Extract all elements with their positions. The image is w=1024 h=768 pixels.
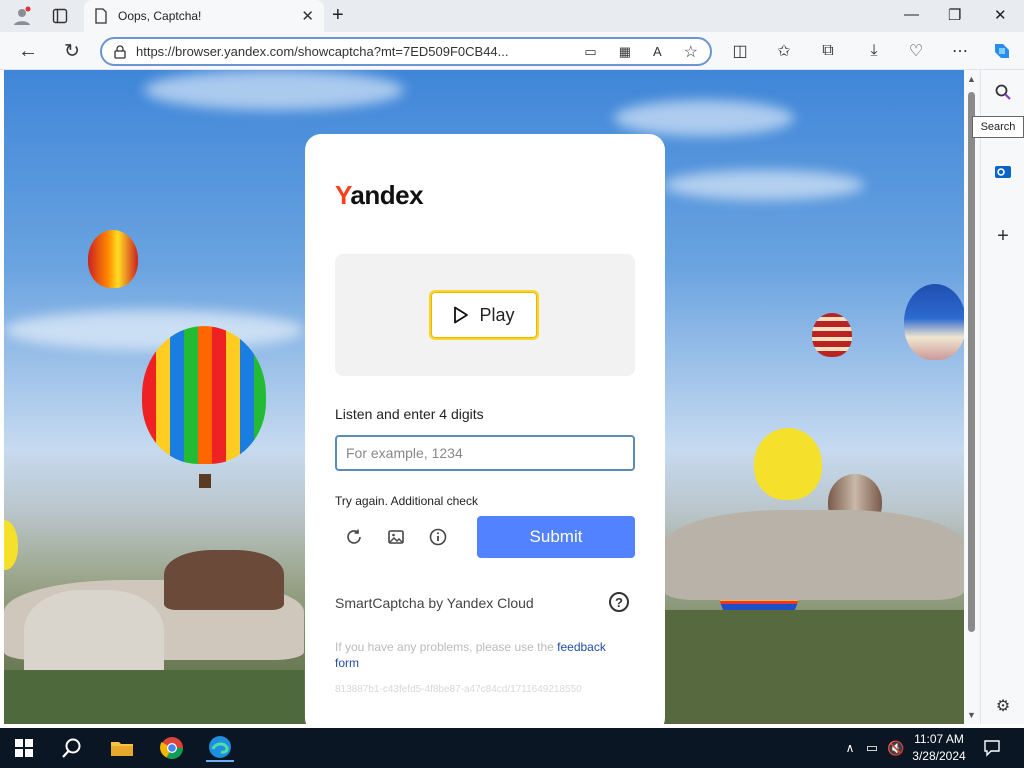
- hot-air-balloon: [754, 428, 822, 500]
- tab-title: Oops, Captcha!: [118, 9, 202, 23]
- play-button-label: Play: [479, 304, 515, 325]
- page-background: Yandex Play Listen and enter 4 digits Tr…: [4, 70, 964, 724]
- valley-ground: [4, 670, 304, 724]
- copilot-icon[interactable]: [990, 40, 1014, 62]
- hot-air-balloon: [4, 520, 18, 570]
- tab-actions-icon[interactable]: [52, 8, 68, 24]
- scroll-down-icon[interactable]: ▼: [967, 710, 976, 720]
- hot-air-balloon: [88, 230, 138, 288]
- lock-icon[interactable]: [114, 44, 126, 59]
- edge-icon[interactable]: [206, 734, 234, 762]
- browser-toolbar: ← ↻ https://browser.yandex.com/showcaptc…: [0, 32, 1024, 70]
- valley-ground: [664, 610, 964, 724]
- image-captcha-icon[interactable]: [385, 526, 407, 548]
- back-icon[interactable]: ←: [16, 40, 40, 62]
- retry-label: Try again. Additional check: [335, 494, 478, 508]
- cloud: [614, 100, 794, 136]
- valley-rocks: [664, 510, 964, 600]
- clock-date: 3/28/2024: [912, 749, 966, 763]
- request-id: 813887b1-c43fefd5-4f8be87-a47c84cd/17116…: [335, 684, 582, 695]
- play-button[interactable]: Play: [429, 290, 539, 340]
- favorite-star-icon[interactable]: ☆: [684, 42, 698, 62]
- cloud: [144, 70, 404, 110]
- captcha-card: Yandex Play Listen and enter 4 digits Tr…: [305, 134, 665, 724]
- close-tab-icon[interactable]: ✕: [301, 7, 314, 25]
- captcha-actions: [343, 526, 449, 548]
- clock-time: 11:07 AM: [914, 732, 964, 746]
- provider-label: SmartCaptcha by Yandex Cloud: [335, 595, 534, 611]
- info-icon[interactable]: [427, 526, 449, 548]
- add-sidebar-app-icon[interactable]: +: [991, 224, 1015, 248]
- digits-input[interactable]: [335, 435, 635, 471]
- cloud: [4, 310, 304, 350]
- refresh-icon[interactable]: ↻: [60, 40, 84, 62]
- tab-strip: Oops, Captcha! ✕ + — ❐ ✕: [0, 0, 1024, 32]
- collections-icon[interactable]: ⧉: [816, 40, 840, 62]
- split-screen-icon[interactable]: ◫: [728, 40, 752, 62]
- new-tab-icon[interactable]: +: [332, 4, 344, 27]
- page-icon: [94, 8, 108, 24]
- submit-button[interactable]: Submit: [477, 516, 635, 558]
- tab-active[interactable]: Oops, Captcha! ✕: [84, 0, 324, 32]
- favorites-icon[interactable]: ✩: [772, 40, 796, 62]
- restore-icon[interactable]: ❐: [948, 6, 961, 24]
- cloud: [664, 170, 864, 200]
- more-menu-icon[interactable]: ⋯: [948, 40, 972, 62]
- scroll-up-icon[interactable]: ▲: [967, 74, 976, 84]
- outlook-icon[interactable]: [991, 160, 1015, 184]
- taskbar-clock[interactable]: 11:07 AM 3/28/2024: [904, 731, 974, 765]
- help-icon[interactable]: ?: [609, 592, 629, 612]
- notifications-icon[interactable]: [978, 734, 1006, 762]
- read-aloud-icon[interactable]: A: [653, 44, 662, 59]
- audio-player: Play: [335, 254, 635, 376]
- feedback-prefix: If you have any problems, please use the: [335, 640, 554, 654]
- scroll-thumb[interactable]: [968, 92, 975, 632]
- page-scrollbar[interactable]: ▲ ▼: [964, 70, 980, 724]
- close-window-icon[interactable]: ✕: [994, 6, 1007, 24]
- edge-sidebar: + ⚙: [980, 70, 1024, 724]
- balloon-basket: [199, 474, 211, 488]
- valley-rocks: [164, 550, 284, 610]
- apps-icon[interactable]: ▦: [619, 44, 631, 60]
- sidebar-settings-icon[interactable]: ⚙: [991, 694, 1015, 718]
- windows-taskbar: ∧ ▭ 🔇 11:07 AM 3/28/2024: [0, 728, 1024, 768]
- sidebar-search-icon[interactable]: [991, 80, 1015, 104]
- file-explorer-icon[interactable]: [108, 734, 136, 762]
- refresh-captcha-icon[interactable]: [343, 526, 365, 548]
- yandex-logo: Yandex: [335, 180, 424, 210]
- browser-essentials-icon[interactable]: ♡: [904, 40, 928, 62]
- downloads-icon[interactable]: ⤓: [862, 40, 886, 62]
- hot-air-balloon: [142, 326, 266, 464]
- hot-air-balloon: [812, 313, 852, 357]
- play-icon: [454, 306, 469, 324]
- feedback-notice: If you have any problems, please use the…: [335, 639, 625, 671]
- taskbar-search-icon[interactable]: [58, 734, 86, 762]
- address-bar[interactable]: https://browser.yandex.com/showcaptcha?m…: [100, 37, 712, 66]
- chrome-icon[interactable]: [158, 734, 186, 762]
- device-icon[interactable]: ▭: [584, 44, 596, 60]
- start-icon[interactable]: [10, 734, 38, 762]
- hot-air-balloon: [904, 284, 964, 360]
- search-tooltip: Search: [972, 116, 1024, 138]
- captcha-instruction: Listen and enter 4 digits: [335, 406, 484, 422]
- minimize-icon[interactable]: —: [904, 6, 919, 23]
- profile-icon[interactable]: [12, 6, 32, 26]
- url-text[interactable]: https://browser.yandex.com/showcaptcha?m…: [136, 44, 576, 59]
